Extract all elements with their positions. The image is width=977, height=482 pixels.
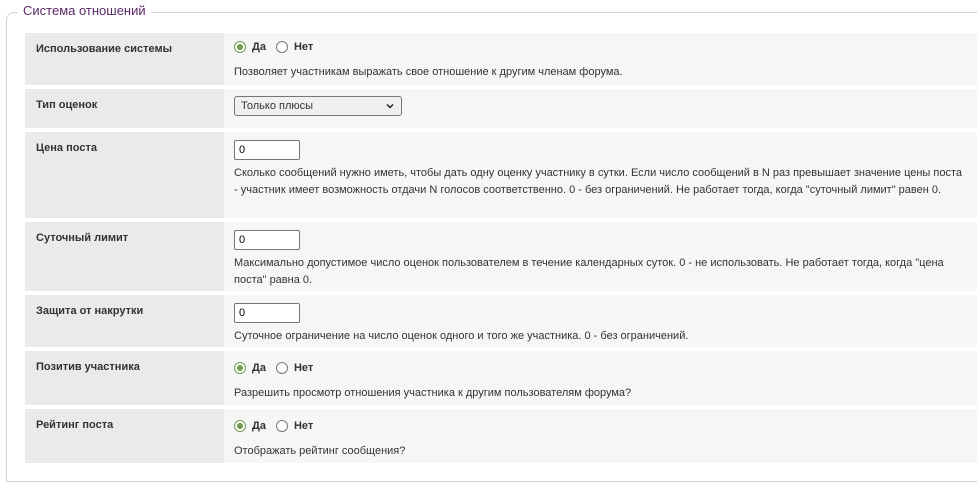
settings-rows: Использование системы Да Нет Позволяет у…: [25, 33, 977, 467]
row-description: Отображать рейтинг сообщения?: [234, 445, 406, 457]
post-rating-radio-group: Да Нет: [234, 418, 967, 434]
row-rating-type: Тип оценок Только плюсы: [25, 89, 977, 132]
row-description: Максимально допустимое число оценок поль…: [234, 257, 944, 286]
use-system-radio-group: Да Нет: [234, 39, 967, 55]
radio-checked-icon: [234, 41, 246, 53]
row-label: Использование системы: [25, 33, 224, 85]
post-rating-no-radio[interactable]: Нет: [275, 420, 314, 432]
radio-label: Нет: [293, 420, 314, 432]
chevron-down-icon: [386, 103, 394, 109]
row-label: Рейтинг поста: [25, 409, 224, 463]
radio-checked-icon: [234, 420, 246, 432]
row-label: Защита от накрутки: [25, 295, 224, 347]
anti-cheat-input[interactable]: [234, 303, 300, 323]
radio-label: Да: [252, 362, 266, 374]
daily-limit-input[interactable]: [234, 230, 300, 250]
row-description: Суточное ограничение на число оценок одн…: [234, 330, 689, 342]
radio-checked-icon: [234, 362, 246, 374]
row-control: Только плюсы: [224, 89, 977, 128]
row-label: Суточный лимит: [25, 222, 224, 291]
radio-label: Нет: [293, 41, 314, 53]
select-value: Только плюсы: [241, 100, 314, 112]
row-label: Позитив участника: [25, 351, 224, 405]
row-control: Суточное ограничение на число оценок одн…: [224, 295, 977, 347]
row-control: Да Нет Разрешить просмотр отношения учас…: [224, 351, 977, 405]
row-use-system: Использование системы Да Нет Позволяет у…: [25, 33, 977, 89]
radio-label: Нет: [293, 362, 314, 374]
row-control: Да Нет Отображать рейтинг сообщения?: [224, 409, 977, 463]
row-control: Да Нет Позволяет участникам выражать сво…: [224, 33, 977, 85]
row-control: Максимально допустимое число оценок поль…: [224, 222, 977, 291]
radio-label: Да: [252, 420, 266, 432]
row-daily-limit: Суточный лимит Максимально допустимое чи…: [25, 222, 977, 295]
row-post-rating: Рейтинг поста Да Нет Отображать рейтинг …: [25, 409, 977, 467]
user-positive-radio-group: Да Нет: [234, 360, 967, 376]
radio-label: Да: [252, 41, 266, 53]
row-user-positive: Позитив участника Да Нет Разрешить просм…: [25, 351, 977, 409]
radio-unchecked-icon: [275, 420, 288, 432]
row-control: Сколько сообщений нужно иметь, чтобы дат…: [224, 132, 977, 218]
post-price-input[interactable]: [234, 140, 300, 160]
radio-unchecked-icon: [275, 362, 288, 374]
rating-type-select[interactable]: Только плюсы: [234, 96, 402, 116]
user-positive-yes-radio[interactable]: Да: [234, 362, 266, 374]
row-description: Позволяет участникам выражать свое отнош…: [234, 66, 623, 78]
row-label: Тип оценок: [25, 89, 224, 128]
row-label: Цена поста: [25, 132, 224, 218]
use-system-no-radio[interactable]: Нет: [275, 41, 314, 53]
row-anti-cheat: Защита от накрутки Суточное ограничение …: [25, 295, 977, 351]
radio-unchecked-icon: [275, 41, 288, 53]
row-description: Сколько сообщений нужно иметь, чтобы дат…: [234, 167, 963, 196]
row-post-price: Цена поста Сколько сообщений нужно иметь…: [25, 132, 977, 222]
use-system-yes-radio[interactable]: Да: [234, 41, 266, 53]
user-positive-no-radio[interactable]: Нет: [275, 362, 314, 374]
post-rating-yes-radio[interactable]: Да: [234, 420, 266, 432]
fieldset-legend: Система отношений: [18, 3, 151, 18]
row-description: Разрешить просмотр отношения участника к…: [234, 387, 632, 399]
